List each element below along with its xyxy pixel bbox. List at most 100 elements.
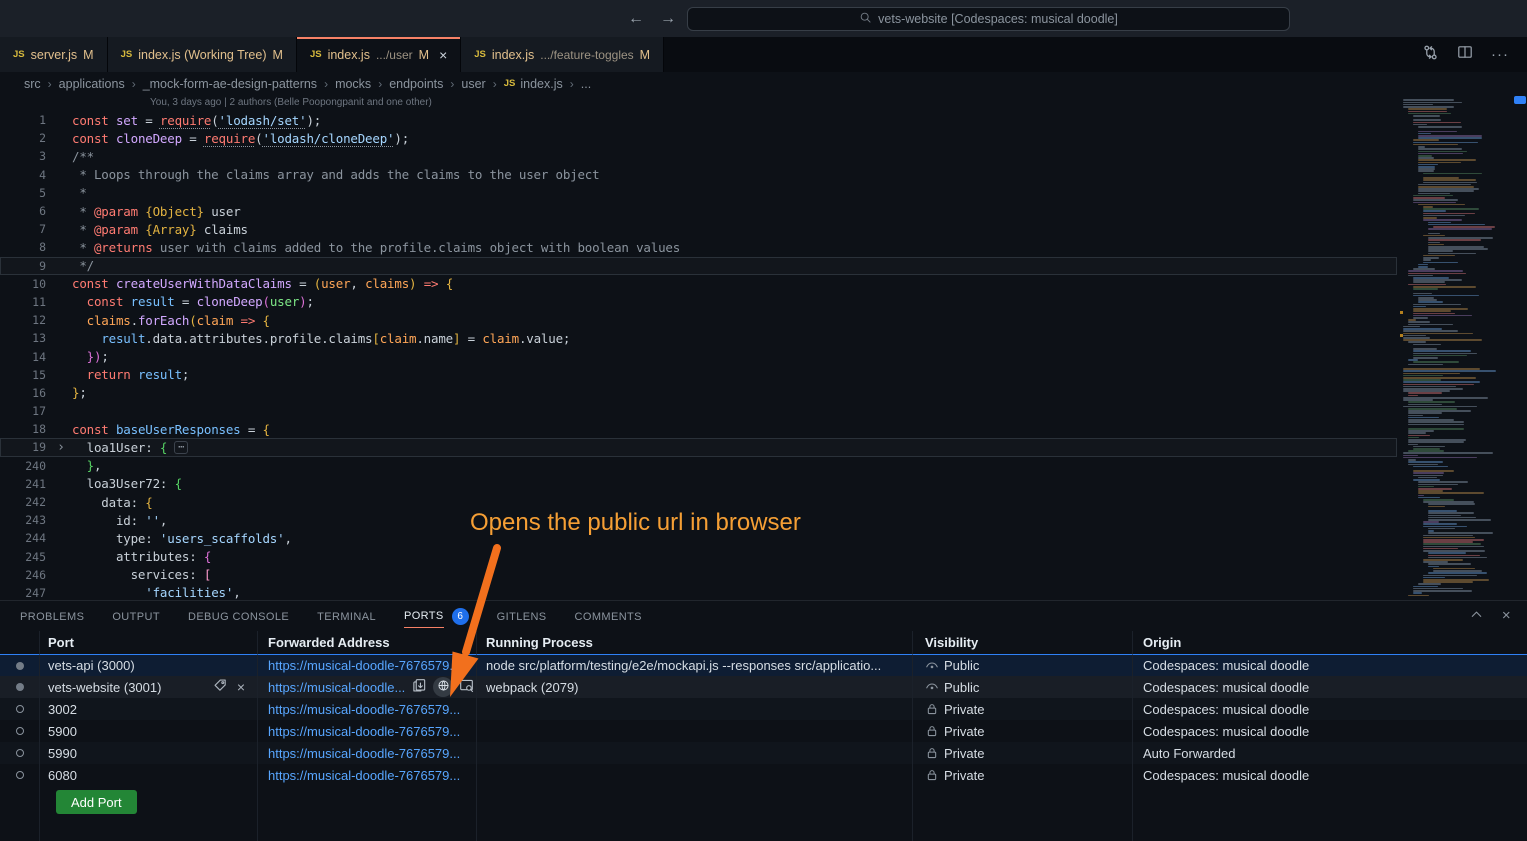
history-back-icon[interactable]: ←: [628, 10, 644, 28]
scrollbar-thumb[interactable]: [1514, 96, 1526, 104]
forwarded-address-cell[interactable]: https://musical-doodle-7676579...: [258, 764, 477, 786]
panel-tab-output[interactable]: OUTPUT: [112, 605, 160, 628]
port-cell[interactable]: 3002: [40, 698, 258, 720]
code-line-15[interactable]: 15 return result;: [0, 366, 1397, 384]
code-line-18[interactable]: 18const baseUserResponses = {: [0, 420, 1397, 438]
code-text: data: {: [72, 495, 153, 510]
code-line-13[interactable]: 13 result.data.attributes.profile.claims…: [0, 329, 1397, 347]
minimap-line: [1403, 452, 1493, 454]
more-actions-icon[interactable]: ···: [1491, 46, 1509, 64]
close-icon[interactable]: ×: [237, 679, 245, 695]
visibility-cell[interactable]: Private: [913, 720, 1133, 742]
port-cell[interactable]: vets-api (3000): [40, 654, 258, 676]
port-cell[interactable]: vets-website (3001)×: [40, 676, 258, 698]
visibility-cell[interactable]: Private: [913, 742, 1133, 764]
port-cell[interactable]: 5900: [40, 720, 258, 742]
editor-tab-server-js[interactable]: JSserver.jsM: [0, 37, 108, 72]
breadcrumb-item-src[interactable]: src: [24, 77, 41, 91]
forwarded-address-link[interactable]: https://musical-doodle...: [268, 680, 405, 695]
minimap[interactable]: [1400, 95, 1513, 600]
breadcrumb-item--mock-form-ae-design-patterns[interactable]: _mock-form-ae-design-patterns: [143, 77, 317, 91]
close-panel-icon[interactable]: ×: [1502, 607, 1511, 625]
visibility-cell[interactable]: Public: [913, 676, 1133, 698]
code-line-19[interactable]: 19› loa1User: {⋯: [0, 438, 1397, 456]
minimap-line: [1418, 484, 1458, 486]
breadcrumb-item-index-js[interactable]: JSindex.js: [504, 77, 563, 91]
port-cell[interactable]: 6080: [40, 764, 258, 786]
forwarded-address-link[interactable]: https://musical-doodle-7676579...: [268, 724, 460, 739]
maximize-panel-icon[interactable]: [1469, 607, 1484, 625]
minimap-line: [1408, 404, 1442, 406]
minimap-line: [1408, 432, 1426, 434]
split-editor-icon[interactable]: [1457, 44, 1473, 65]
column-header-label: Visibility: [925, 635, 978, 650]
command-center-search[interactable]: vets-website [Codespaces: musical doodle…: [687, 7, 1290, 31]
code-line-241[interactable]: 241 loa3User72: {: [0, 475, 1397, 493]
code-line-6[interactable]: 6 * @param {Object} user: [0, 202, 1397, 220]
code-line-240[interactable]: 240 },: [0, 457, 1397, 475]
code-token: {: [175, 476, 182, 491]
history-forward-icon[interactable]: →: [660, 10, 676, 28]
visibility-cell[interactable]: Private: [913, 698, 1133, 720]
editor-scrollbar[interactable]: [1513, 95, 1527, 600]
code-token: *: [72, 240, 94, 255]
code-line-7[interactable]: 7 * @param {Array} claims: [0, 220, 1397, 238]
panel-tab-problems[interactable]: PROBLEMS: [20, 605, 84, 628]
code-text: return result;: [72, 367, 189, 382]
panel-tab-debug-console[interactable]: DEBUG CONSOLE: [188, 605, 289, 628]
port-label: 3002: [48, 702, 77, 717]
port-cell[interactable]: 5990: [40, 742, 258, 764]
breadcrumb-item-applications[interactable]: applications: [59, 77, 125, 91]
breadcrumb-item-mocks[interactable]: mocks: [335, 77, 371, 91]
minimap-line: [1418, 301, 1443, 303]
code-line-1[interactable]: 1const set = require('lodash/set');: [0, 111, 1397, 129]
fold-chevron-icon[interactable]: ›: [50, 441, 72, 454]
code-line-2[interactable]: 2const cloneDeep = require('lodash/clone…: [0, 129, 1397, 147]
code-line-17[interactable]: 17: [0, 402, 1397, 420]
minimap-line: [1403, 373, 1460, 375]
breadcrumb-label: src: [24, 77, 41, 91]
code-line-247[interactable]: 247 'facilities',: [0, 584, 1397, 600]
code-line-16[interactable]: 16};: [0, 384, 1397, 402]
code-line-4[interactable]: 4 * Loops through the claims array and a…: [0, 166, 1397, 184]
code-token: [233, 313, 240, 328]
code-line-5[interactable]: 5 *: [0, 184, 1397, 202]
code-line-9[interactable]: 9 */: [0, 257, 1397, 275]
forwarded-address-link[interactable]: https://musical-doodle-7676579...: [268, 768, 460, 783]
code-token: .name: [416, 331, 453, 346]
visibility-cell[interactable]: Public: [913, 654, 1133, 676]
code-token: const: [72, 113, 116, 128]
visibility-cell[interactable]: Private: [913, 764, 1133, 786]
tag-icon[interactable]: [213, 678, 228, 696]
code-line-11[interactable]: 11 const result = cloneDeep(user);: [0, 293, 1397, 311]
code-line-12[interactable]: 12 claims.forEach(claim => {: [0, 311, 1397, 329]
panel-tab-terminal[interactable]: TERMINAL: [317, 605, 376, 628]
running-process-cell: node src/platform/testing/e2e/mockapi.js…: [477, 654, 913, 676]
forwarded-address-cell[interactable]: https://musical-doodle-7676579...: [258, 720, 477, 742]
code-line-245[interactable]: 245 attributes: {: [0, 548, 1397, 566]
forwarded-address-link[interactable]: https://musical-doodle-7676579...: [268, 746, 460, 761]
code-line-8[interactable]: 8 * @returns user with claims added to t…: [0, 238, 1397, 256]
code-token: claim: [380, 331, 417, 346]
editor-tab-index-js-working-tree-[interactable]: JSindex.js (Working Tree)M: [108, 37, 297, 72]
breadcrumb-item--[interactable]: ...: [581, 77, 591, 91]
forwarded-address-cell[interactable]: https://musical-doodle-7676579...: [258, 742, 477, 764]
port-status-cell: [0, 742, 40, 764]
tab-label: index.js: [328, 48, 370, 62]
breadcrumb-item-endpoints[interactable]: endpoints: [389, 77, 443, 91]
editor-tab-index-js[interactable]: JSindex.js.../feature-togglesM: [461, 37, 664, 72]
minimap-line: [1408, 111, 1447, 113]
folded-region-badge[interactable]: ⋯: [174, 441, 188, 454]
close-tab-icon[interactable]: ×: [439, 47, 447, 63]
column-header-visibility: Visibility: [913, 631, 1133, 654]
breadcrumb-item-user[interactable]: user: [461, 77, 485, 91]
code-line-10[interactable]: 10const createUserWithDataClaims = (user…: [0, 275, 1397, 293]
add-port-button[interactable]: Add Port: [56, 790, 137, 814]
open-changes-icon[interactable]: [1422, 44, 1439, 66]
copy-address-icon[interactable]: [412, 678, 427, 696]
panel-tab-comments[interactable]: COMMENTS: [575, 605, 642, 628]
code-line-14[interactable]: 14 });: [0, 347, 1397, 365]
editor-tab-index-js[interactable]: JSindex.js.../userM×: [297, 37, 461, 72]
code-line-3[interactable]: 3/**: [0, 147, 1397, 165]
code-line-246[interactable]: 246 services: [: [0, 566, 1397, 584]
